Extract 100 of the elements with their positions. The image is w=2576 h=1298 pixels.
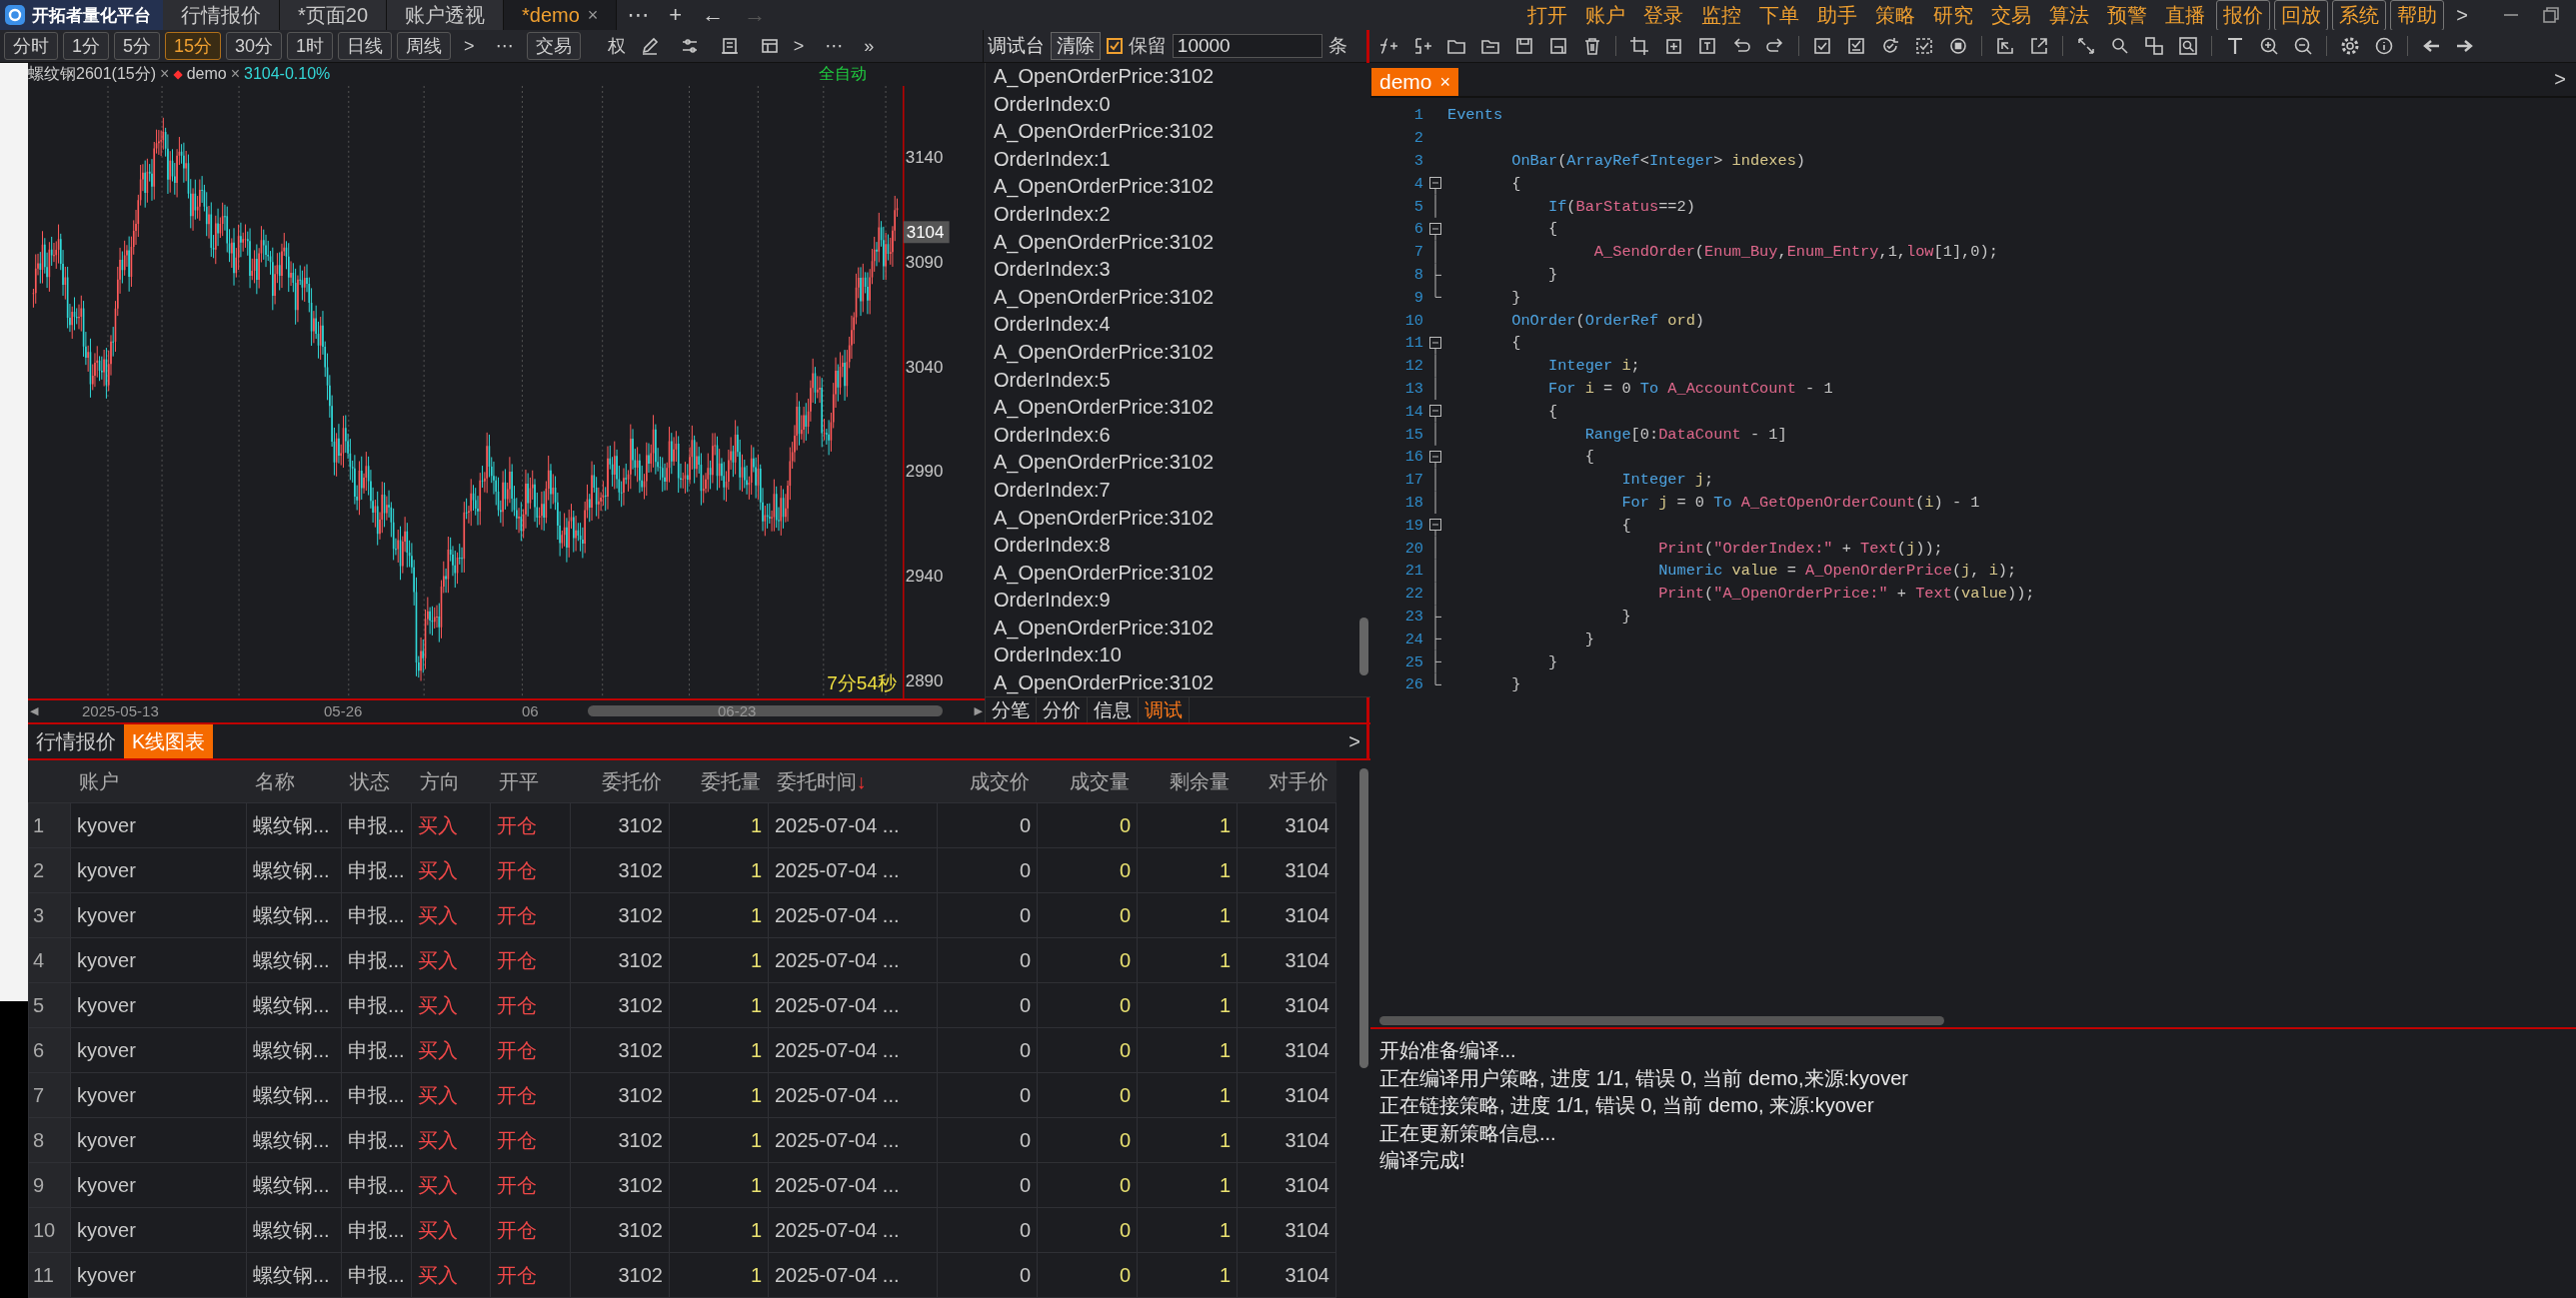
scroll-right-button[interactable]: >: [785, 35, 813, 57]
menu-item[interactable]: 打开: [1520, 0, 1575, 31]
fold-toggle-icon[interactable]: [1429, 223, 1441, 241]
column-header[interactable]: 委托时间↓: [768, 760, 938, 803]
fold-toggle-icon[interactable]: [1429, 450, 1441, 469]
close-button[interactable]: ×: [160, 65, 170, 84]
column-header[interactable]: 委托价: [570, 760, 670, 803]
zoom-out-icon[interactable]: [2292, 35, 2314, 57]
table-cell: 买入: [411, 1027, 491, 1073]
scroll-thumb[interactable]: [588, 705, 943, 717]
column-header[interactable]: 对手价: [1237, 760, 1336, 803]
panel-tab[interactable]: 行情报价: [28, 724, 124, 758]
column-header[interactable]: 状态: [341, 760, 412, 803]
menu-item[interactable]: 账户: [1578, 0, 1633, 31]
plus-icon[interactable]: [1377, 35, 1399, 57]
scroll-thumb[interactable]: [1379, 1016, 1944, 1025]
column-header[interactable]: 名称: [246, 760, 342, 803]
clear-button[interactable]: 清除: [1050, 32, 1101, 60]
panel-tab[interactable]: 信息: [1088, 697, 1139, 722]
scroll-right-button[interactable]: >: [456, 35, 483, 57]
menu-item[interactable]: 研究: [1926, 0, 1981, 31]
zoom-in-icon[interactable]: [2258, 35, 2280, 57]
fold-toggle-icon[interactable]: [1429, 405, 1441, 424]
table-cell: 买入: [411, 1117, 491, 1163]
table-cell: 螺纹钢...: [246, 937, 342, 983]
more-button[interactable]: >: [2544, 68, 2576, 91]
column-header[interactable]: 剩余量: [1137, 760, 1238, 803]
period-button[interactable]: 周线: [397, 32, 452, 60]
checkbox-label: 保留: [1128, 34, 1167, 58]
period-button[interactable]: 5分: [114, 32, 161, 60]
table-cell: 申报...: [341, 1117, 412, 1163]
rights-button[interactable]: 权: [599, 34, 634, 58]
checkbox-icon[interactable]: [1811, 35, 1833, 57]
panel-tab[interactable]: 分价: [1037, 697, 1088, 722]
info-icon[interactable]: [2373, 35, 2395, 57]
more-button[interactable]: >: [1338, 724, 1370, 758]
period-button[interactable]: 30分: [226, 32, 283, 60]
fold-toggle-icon[interactable]: [1429, 519, 1441, 538]
window-tab[interactable]: *页面20: [280, 0, 388, 30]
period-button[interactable]: 1时: [287, 32, 334, 60]
stop-icon[interactable]: [1947, 35, 1969, 57]
more-button[interactable]: ⋯: [817, 35, 852, 57]
scroll-thumb[interactable]: [1359, 768, 1368, 1068]
dashed-check-icon[interactable]: [1913, 35, 1935, 57]
window-tab[interactable]: 行情报价: [163, 0, 280, 30]
close-button[interactable]: ×: [230, 65, 240, 84]
column-header[interactable]: 成交量: [1037, 760, 1138, 803]
column-header[interactable]: 开平: [490, 760, 571, 803]
window-tab[interactable]: 账户透视: [387, 0, 505, 30]
menu-item[interactable]: 监控: [1694, 0, 1749, 31]
more-button[interactable]: ⋯: [487, 35, 522, 57]
tab-action-button[interactable]: +: [659, 0, 693, 30]
scroll-left-button[interactable]: ◀: [30, 704, 39, 718]
column-header[interactable]: 方向: [411, 760, 491, 803]
code-line: Events: [1447, 106, 1503, 125]
menu-item[interactable]: 策略: [1868, 0, 1923, 31]
menu-item[interactable]: 下单: [1752, 0, 1807, 31]
settings-icon[interactable]: [2339, 35, 2361, 57]
expand-button[interactable]: »: [856, 35, 883, 57]
compare-icon[interactable]: [2143, 35, 2165, 57]
window-tab[interactable]: *demo ×: [504, 0, 618, 30]
search-doc-icon[interactable]: [2177, 35, 2199, 57]
table-cell: 申报...: [341, 1207, 412, 1253]
menu-item[interactable]: 交易: [1984, 0, 2039, 31]
fold-toggle-icon[interactable]: [1429, 177, 1441, 196]
trade-button[interactable]: 交易: [526, 32, 581, 60]
save-icon[interactable]: [1513, 35, 1535, 57]
crop-icon[interactable]: [1628, 35, 1650, 57]
period-button[interactable]: 15分: [165, 32, 222, 60]
tab-action-button[interactable]: ←: [692, 0, 735, 30]
menu-item[interactable]: 登录: [1636, 0, 1691, 31]
date-tick: 05-26: [324, 702, 363, 720]
panel-tab[interactable]: 分笔: [986, 697, 1037, 722]
scroll-thumb[interactable]: [1359, 618, 1368, 675]
limit-field[interactable]: 10000: [1172, 34, 1322, 58]
column-header[interactable]: 委托量: [669, 760, 769, 803]
period-button[interactable]: 日线: [338, 32, 393, 60]
expand-icon[interactable]: [2075, 35, 2097, 57]
export-icon[interactable]: [2028, 35, 2050, 57]
table-cell: 1: [1137, 892, 1238, 938]
tab-action-button[interactable]: ⋯: [617, 0, 660, 30]
checkbox-icon[interactable]: [1845, 35, 1867, 57]
restore-icon[interactable]: [2540, 4, 2562, 26]
column-header[interactable]: 账户: [70, 760, 247, 803]
save-icon[interactable]: [1547, 35, 1569, 57]
period-button[interactable]: 1分: [63, 32, 109, 60]
menu-item[interactable]: 助手: [1810, 0, 1865, 31]
import-icon[interactable]: [1994, 35, 2016, 57]
scroll-right-button[interactable]: ▶: [974, 704, 983, 718]
more-menu-button[interactable]: >: [2448, 3, 2476, 27]
column-header[interactable]: 成交价: [937, 760, 1038, 803]
menu-item[interactable]: 算法: [2042, 0, 2097, 31]
text-box-icon[interactable]: [1696, 35, 1718, 57]
period-button[interactable]: 分时: [4, 32, 58, 60]
panel-tab[interactable]: 调试: [1139, 697, 1190, 722]
menu-item[interactable]: 直播: [2158, 0, 2213, 31]
fold-toggle-icon[interactable]: [1429, 336, 1441, 355]
keep-checkbox[interactable]: [1106, 38, 1123, 54]
row-number: 2: [28, 847, 71, 893]
menu-item[interactable]: 预警: [2100, 0, 2155, 31]
